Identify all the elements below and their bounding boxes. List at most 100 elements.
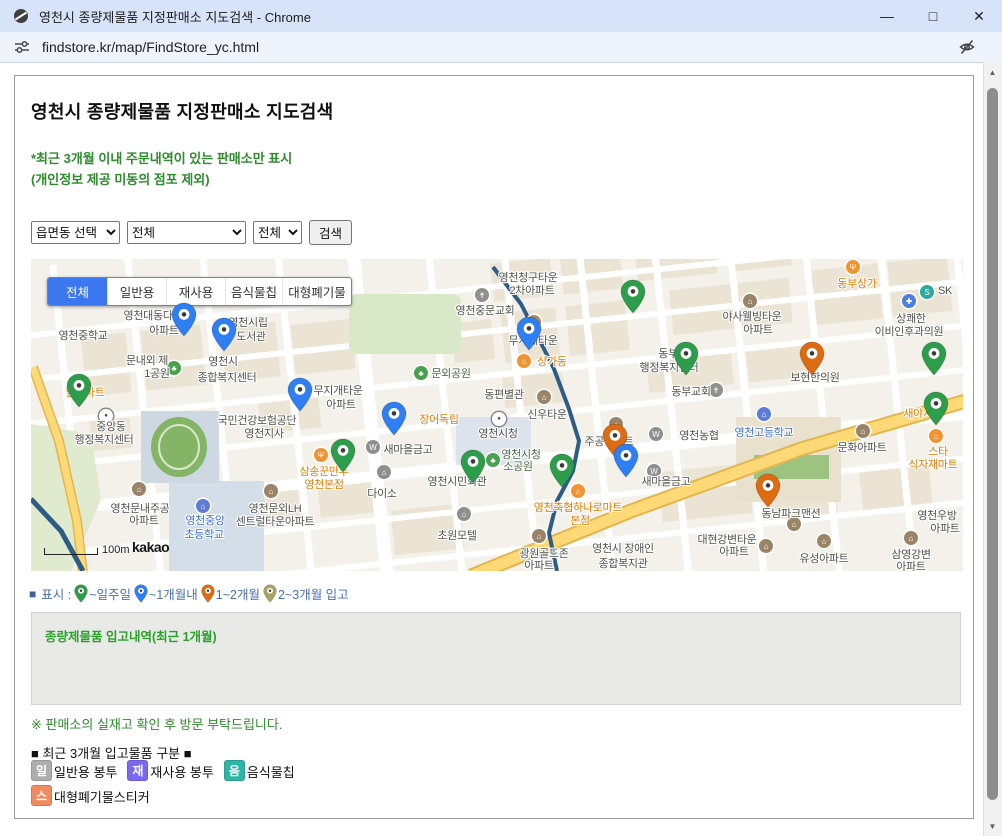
shop-poi-icon: ⌂ (517, 354, 531, 368)
map-label: 본점 (570, 512, 590, 528)
bank-poi-icon: W (649, 427, 663, 441)
category-legend: 일일반용 봉투 재재사용 봉투 음음식물칩스대형폐기물스티커 (31, 760, 371, 806)
map-label: 영천시청 (478, 425, 517, 441)
marker-pin-icon-green (74, 584, 88, 603)
notice-text: *최근 3개월 이내 주문내역이 있는 판매소만 표시 (개인정보 제공 미동의… (31, 148, 292, 190)
building-poi-icon: ⌂ (904, 531, 918, 545)
map[interactable]: 전체일반용재사용음식물칩대형폐기물 100m kakao 영천중학교영천대동다숲… (31, 259, 963, 571)
scrollbar[interactable]: ▲ ▼ (983, 62, 1002, 836)
map-marker-green[interactable] (66, 373, 92, 408)
map-label: 아파트 (129, 512, 158, 528)
map-marker-green[interactable] (923, 391, 949, 426)
map-label: 아파트 (524, 557, 553, 571)
category-badge-icon: 스 (31, 785, 52, 806)
church-poi-icon: ✝ (475, 288, 489, 302)
scrollbar-up-arrow[interactable]: ▲ (984, 64, 1001, 80)
category-label: 음식물칩 (247, 765, 295, 781)
map-marker-blue[interactable] (171, 302, 197, 337)
marker-legend-label: ~일주일 (89, 584, 131, 603)
category-label: 대형폐기물스티커 (54, 790, 150, 806)
maximize-button[interactable]: □ (910, 0, 956, 32)
map-label: 새마을금고 (383, 441, 432, 457)
marker-legend-label: 2~3개월 입고 (278, 584, 349, 603)
map-label: 문화아파트 (837, 439, 886, 455)
park-poi-icon: ♣ (486, 453, 500, 467)
map-label: 아파트 (896, 558, 925, 571)
scrollbar-thumb[interactable] (987, 88, 998, 800)
map-label: 센트럴타운아파트 (236, 513, 315, 529)
map-label: 아파트 (930, 520, 959, 536)
legend-square-icon: ■ (29, 587, 36, 601)
store-poi-icon: ⌂ (377, 465, 391, 479)
map-marker-blue[interactable] (381, 401, 407, 436)
map-marker-orange[interactable] (799, 341, 825, 376)
minimize-button[interactable]: — (864, 0, 910, 32)
category-legend-item: 음음식물칩 (224, 760, 295, 781)
map-label: 영천본점 (304, 476, 343, 492)
map-tab-음식물칩[interactable]: 음식물칩 (225, 278, 282, 305)
map-tab-대형폐기물[interactable]: 대형폐기물 (282, 278, 351, 305)
content-card: 영천시 종량제물품 지정판매소 지도검색 *최근 3개월 이내 주문내역이 있는… (14, 75, 974, 819)
map-tab-전체[interactable]: 전체 (48, 278, 107, 305)
map-label: 유성아파트 (799, 550, 848, 566)
map-marker-green[interactable] (921, 341, 947, 376)
map-label: 영천지사 (244, 425, 283, 441)
hospital-poi-icon: ✚ (902, 294, 916, 308)
kakao-logo: kakao (132, 539, 169, 555)
category-legend-item: 일일반용 봉투 (31, 760, 117, 781)
period-select[interactable]: 전체 (253, 221, 302, 244)
government-poi-icon: ● (492, 412, 506, 426)
map-marker-green[interactable] (673, 341, 699, 376)
search-button[interactable]: 검색 (309, 220, 352, 245)
map-label: 영천중문교회 (456, 302, 515, 318)
map-label: 아파트 (719, 543, 748, 559)
category-badge-icon: 재 (127, 760, 148, 781)
map-label: 1공원 (144, 365, 169, 381)
eye-off-icon[interactable] (958, 38, 976, 56)
window-title: 영천시 종량제물품 지정판매소 지도검색 - Chrome (39, 7, 311, 26)
scrollbar-down-arrow[interactable]: ▼ (984, 818, 1001, 834)
marker-legend-item: ~일주일 (74, 584, 131, 603)
map-marker-green[interactable] (549, 453, 575, 488)
map-marker-green[interactable] (620, 279, 646, 314)
marker-pin-icon-blue (134, 584, 148, 603)
marker-legend-label: 1~2개월 (216, 584, 260, 603)
map-marker-blue[interactable] (516, 316, 542, 351)
map-label: 영천시 장애인 (592, 540, 654, 556)
map-tab-재사용[interactable]: 재사용 (166, 278, 225, 305)
map-marker-green[interactable] (460, 449, 486, 484)
building-poi-icon: ⌂ (817, 534, 831, 548)
bank-poi-icon: W (366, 440, 380, 454)
category-select[interactable]: 전체 (127, 221, 246, 244)
map-label: 새마을금고 (641, 473, 690, 489)
map-marker-green[interactable] (330, 438, 356, 473)
category-legend-item: 스대형폐기물스티커 (31, 785, 150, 806)
map-marker-blue[interactable] (211, 317, 237, 352)
school-poi-icon: ⌂ (196, 499, 210, 513)
map-label: 상가동 (537, 353, 566, 369)
map-label: 소공원 (503, 458, 532, 474)
url-text[interactable]: findstore.kr/map/FindStore_yc.html (42, 39, 259, 55)
map-marker-blue[interactable] (613, 443, 639, 478)
building-poi-icon: ⌂ (743, 294, 757, 308)
visit-note: ※ 판매소의 실재고 확인 후 방문 부탁드립니다. (31, 714, 282, 733)
building-poi-icon: ⌂ (132, 482, 146, 496)
marker-legend: ■ 표시 : ~일주일~1개월내1~2개월2~3개월 입고 (29, 584, 349, 603)
stock-box: 종량제물품 입고내역(최근 1개월) (31, 612, 961, 705)
marker-legend-prefix: 표시 : (41, 584, 71, 603)
address-bar[interactable]: findstore.kr/map/FindStore_yc.html (0, 32, 1002, 63)
restaurant-poi-icon: Ψ (314, 448, 328, 462)
scale-label: 100m (102, 545, 130, 555)
map-label: 초원모텔 (437, 527, 476, 543)
category-badge-icon: 일 (31, 760, 52, 781)
map-label: 아파트 (743, 321, 772, 337)
map-tab-일반용[interactable]: 일반용 (107, 278, 166, 305)
map-marker-orange[interactable] (755, 473, 781, 508)
category-legend-item: 재재사용 봉투 (127, 760, 213, 781)
map-label: 아파트 (326, 396, 355, 412)
map-marker-blue[interactable] (287, 377, 313, 412)
district-select[interactable]: 읍면동 선택 (31, 221, 120, 244)
map-label: 문외공원 (431, 365, 470, 381)
site-settings-icon[interactable] (14, 39, 30, 55)
close-button[interactable]: ✕ (956, 0, 1002, 32)
